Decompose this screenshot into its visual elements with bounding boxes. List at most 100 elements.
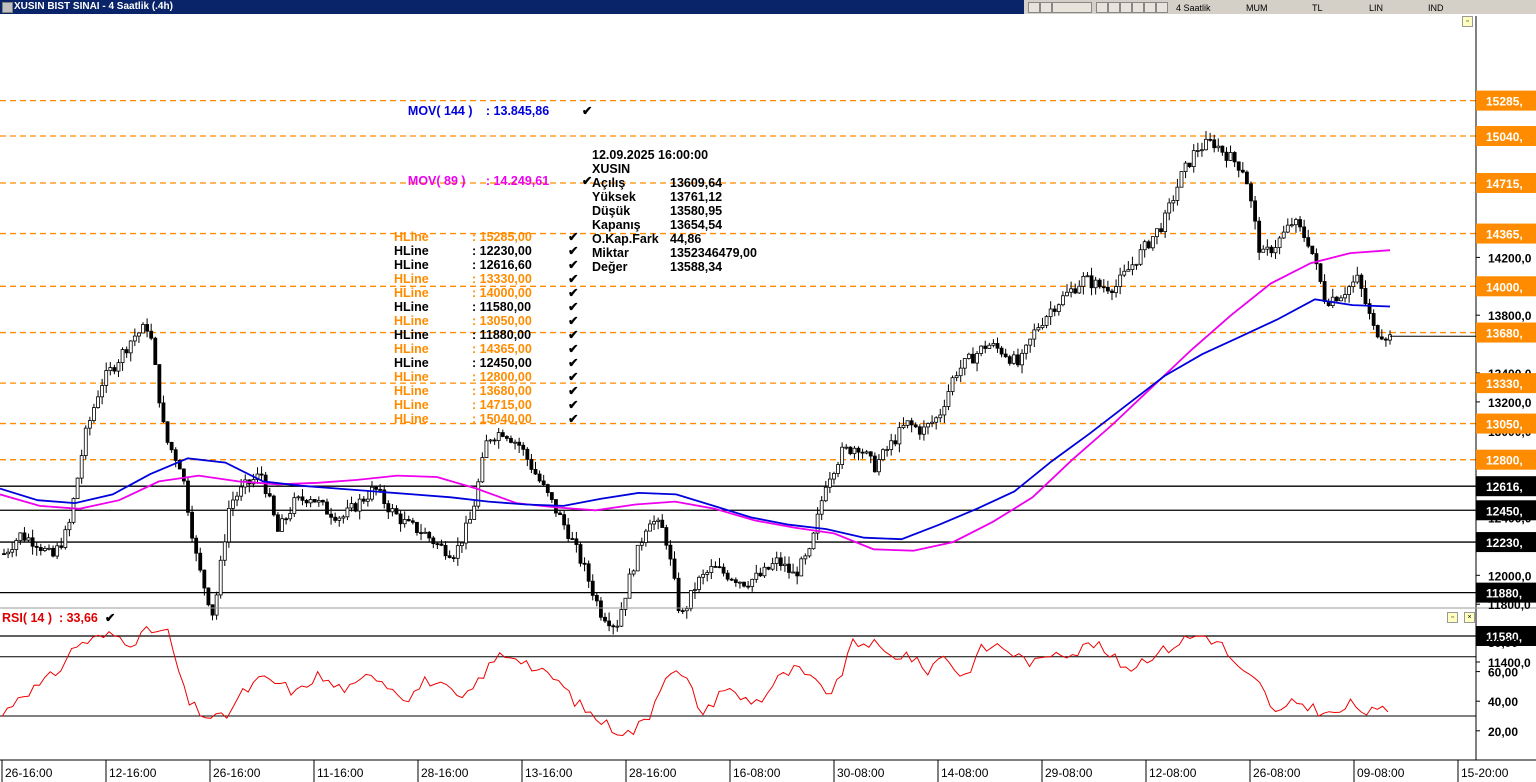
candle: [844, 446, 849, 449]
legend-mov144-value: : 13.845,86: [485, 104, 550, 118]
check-icon[interactable]: ✔: [568, 244, 578, 258]
check-icon[interactable]: ✔: [568, 356, 578, 370]
x-tick-label: 26-08:00: [1253, 766, 1301, 780]
candle: [983, 345, 988, 349]
info-value: 13654,54: [670, 218, 723, 232]
legend-hline[interactable]: HLine: 13050,00 ✔: [394, 314, 592, 328]
candle: [954, 375, 959, 379]
check-icon[interactable]: ✔: [568, 412, 578, 426]
legend-hline[interactable]: HLine: 13680,00 ✔: [394, 384, 592, 398]
check-icon[interactable]: ✔: [568, 272, 578, 286]
legend-hline[interactable]: HLine: 11580,00 ✔: [394, 300, 592, 314]
legend-hline[interactable]: HLine: 12230,00 ✔: [394, 244, 592, 258]
candle: [823, 486, 828, 502]
candle: [394, 508, 399, 515]
candle: [149, 330, 154, 339]
candle: [1200, 149, 1204, 152]
candle: [1089, 275, 1094, 289]
candle: [484, 440, 489, 458]
legend-hline[interactable]: HLine: 13330,00 ✔: [394, 272, 592, 286]
candle: [161, 402, 166, 423]
candle: [615, 625, 620, 628]
candle: [1298, 219, 1302, 228]
candle: [521, 444, 526, 450]
check-icon[interactable]: ✔: [582, 104, 592, 118]
legend-hline[interactable]: HLine: 12450,00 ✔: [394, 356, 592, 370]
pane-settings-icon[interactable]: ▫: [1462, 16, 1473, 27]
check-icon[interactable]: ✔: [568, 370, 578, 384]
check-icon[interactable]: ✔: [568, 300, 578, 314]
check-icon[interactable]: ✔: [568, 328, 578, 342]
legend-mov89[interactable]: MOV( 89 ): 14.249,61 ✔: [394, 160, 592, 202]
toolbar-icon-5[interactable]: [1120, 2, 1132, 13]
check-icon[interactable]: ✔: [568, 230, 578, 244]
toolbar-icon-4[interactable]: [1108, 2, 1120, 13]
rsi-pane-close-icon[interactable]: ×: [1464, 612, 1475, 623]
legend-hline[interactable]: HLine: 12800,00 ✔: [394, 370, 592, 384]
hline-value-label: 12230,: [1486, 536, 1523, 550]
candle: [402, 519, 407, 525]
check-icon[interactable]: ✔: [568, 258, 578, 272]
info-row: Düşük 13580,95: [592, 204, 757, 218]
scale-button[interactable]: LIN: [1369, 1, 1383, 15]
check-icon[interactable]: ✔: [568, 398, 578, 412]
toolbar-icon-8[interactable]: [1156, 2, 1168, 13]
candle: [1204, 138, 1208, 151]
candle: [259, 473, 264, 476]
indicator-button[interactable]: IND: [1428, 1, 1444, 15]
candle: [341, 516, 346, 519]
legend-hline[interactable]: HLine: 12616,60 ✔: [394, 258, 592, 272]
candle: [1343, 294, 1347, 299]
candle: [1056, 304, 1061, 312]
legend-mov144[interactable]: MOV( 144 ): 13.845,86 ✔: [394, 90, 592, 132]
currency-button[interactable]: TL: [1312, 1, 1323, 15]
candle: [688, 590, 693, 610]
period-button[interactable]: 4 Saatlik: [1176, 1, 1211, 15]
candle: [83, 427, 88, 456]
toolbar-logo: [1052, 2, 1092, 13]
candle: [1020, 352, 1024, 366]
check-icon[interactable]: ✔: [105, 611, 115, 625]
check-icon[interactable]: ✔: [568, 384, 578, 398]
candle: [419, 532, 423, 534]
candle: [750, 578, 755, 587]
candle: [96, 396, 100, 408]
candle: [590, 580, 595, 596]
candle: [1138, 249, 1143, 265]
candle: [1281, 231, 1286, 239]
candle: [1261, 248, 1266, 253]
check-icon[interactable]: ✔: [568, 286, 578, 300]
info-key: Değer: [592, 260, 628, 274]
candle: [1118, 274, 1123, 287]
candle: [87, 420, 92, 429]
candle: [1302, 226, 1307, 238]
candle: [738, 581, 742, 584]
candle-mode-button[interactable]: MUM: [1246, 1, 1268, 15]
toolbar-icon-1[interactable]: [1028, 2, 1040, 13]
legend-hline[interactable]: HLine: 15040,00 ✔: [394, 412, 592, 426]
toolbar-icon-6[interactable]: [1132, 2, 1144, 13]
candle: [1040, 324, 1045, 329]
candle: [864, 451, 869, 454]
toolbar-icon-7[interactable]: [1144, 2, 1156, 13]
legend-hline[interactable]: HLine: 14715,00 ✔: [394, 398, 592, 412]
candle: [288, 513, 293, 520]
check-icon[interactable]: ✔: [568, 314, 578, 328]
candle: [758, 572, 763, 577]
legend-hline[interactable]: HLine: 11880,00 ✔: [394, 328, 592, 342]
check-icon[interactable]: ✔: [582, 174, 592, 188]
check-icon[interactable]: ✔: [568, 342, 578, 356]
legend-hline-value: : 11580,00: [472, 300, 532, 314]
toolbar-icon-2[interactable]: [1040, 2, 1052, 13]
legend-hline[interactable]: HLine: 14000,00 ✔: [394, 286, 592, 300]
rsi-pane-settings-icon[interactable]: ▫: [1447, 612, 1458, 623]
candle: [1146, 241, 1151, 249]
toolbar-icon-3[interactable]: [1096, 2, 1108, 13]
legend-hline[interactable]: HLine: 14365,00 ✔: [394, 342, 592, 356]
hline-value-label: 15285,: [1486, 95, 1523, 109]
legend-hline-value: : 14715,00: [472, 398, 532, 412]
legend-hline[interactable]: HLine: 15285,00 ✔: [394, 230, 592, 244]
candle: [729, 578, 734, 581]
rsi-legend[interactable]: RSI( 14 ) : 33,66 ✔: [2, 610, 115, 625]
candle: [1232, 152, 1237, 163]
